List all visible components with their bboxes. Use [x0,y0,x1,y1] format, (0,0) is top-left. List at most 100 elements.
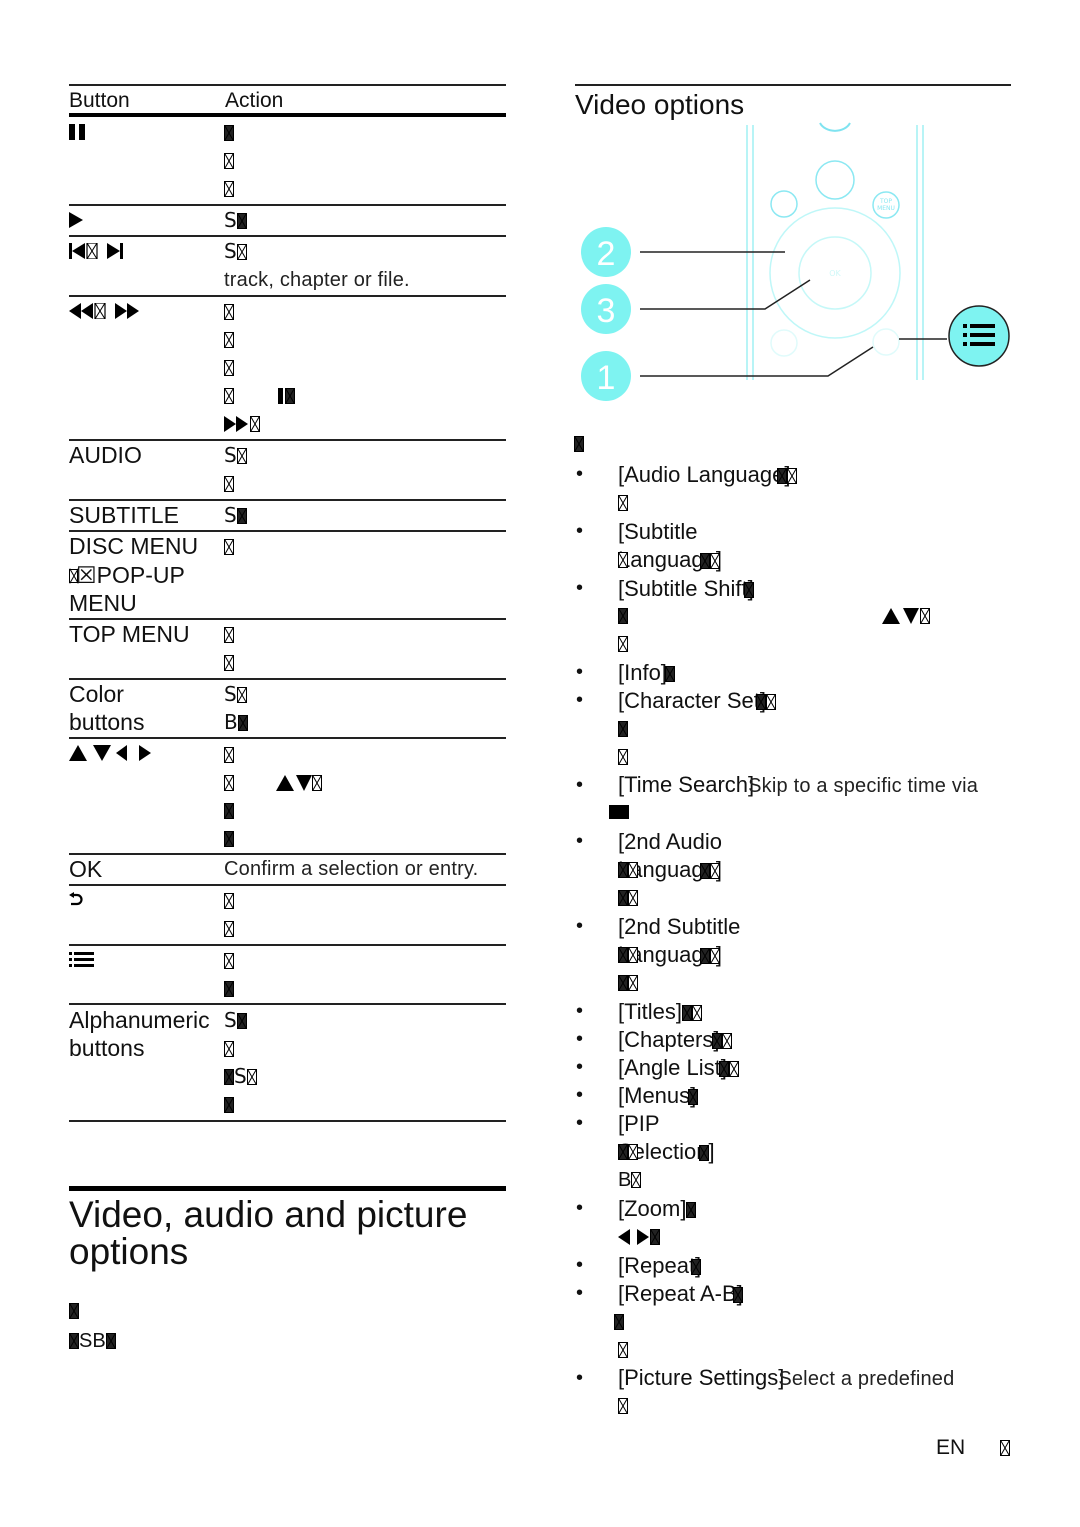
section-paragraph-line1 [69,1303,79,1322]
bullet: • [576,774,584,796]
option-description [618,630,628,658]
option-zoom: [Zoom] [618,1195,697,1223]
section-title-line2: options [69,1231,189,1272]
options-menu-icon [948,305,1010,367]
option-description [618,1392,628,1420]
option-2nd-subtitle-language: [2nd Subtitle Language] [618,914,741,967]
top-menu-label: MENU [877,205,895,212]
option-description [618,969,638,997]
svg-text:1: 1 [597,359,616,397]
video-options-title: Video options [575,89,745,120]
option-description: B [618,1166,642,1194]
option-description [618,546,628,574]
callout-2: 2 [581,227,631,277]
row-divider [69,1003,506,1005]
top-menu-label: TOP [879,198,892,205]
action-text [224,740,234,768]
action-text [224,768,322,796]
action-text: Confirm a selection or entry. [224,858,479,880]
option-subtitle-shift: [Subtitle Shift] [618,576,754,601]
bullet: • [576,520,584,542]
section-paragraph-line2: SB [69,1330,116,1353]
button-label-menu: MENU [69,590,137,616]
action-text [224,146,234,174]
rewind-fastforward-icon [69,302,145,324]
option-description [618,743,628,771]
action-text [224,325,234,353]
action-text [224,469,234,497]
row-divider [69,235,506,237]
option-pip-selection: [PIP Selection] [618,1111,715,1164]
action-text: S [224,501,247,529]
bullet: • [576,1056,584,1078]
bullet: • [576,577,584,599]
action-text: S [224,1062,257,1090]
footer-language: EN [936,1436,966,1459]
action-text [224,1034,234,1062]
option-description [614,1308,624,1336]
action-text [224,648,234,676]
button-label-color: Color [69,681,124,707]
back-icon [69,892,83,913]
footer-page-number [1000,1440,1010,1459]
button-label-popup: ☒POP-UP [69,561,185,590]
action-text [224,620,234,648]
action-text [224,974,234,1002]
action-text: S [224,237,247,265]
row-divider [69,884,506,886]
option-description [618,1138,638,1166]
play-icon [69,212,83,233]
action-text [224,532,234,560]
button-label-buttons: buttons [69,1035,145,1061]
action-text: track, chapter or file. [224,269,410,291]
action-text [224,824,234,852]
row-divider [69,204,506,206]
row-divider [69,944,506,946]
action-text [224,409,260,437]
option-description [618,856,638,884]
button-label-ok: OK [69,856,103,882]
button-label-subtitle: SUBTITLE [69,502,179,528]
option-character-set: [Character Set] [618,687,776,715]
svg-text:3: 3 [597,292,616,330]
action-text [224,1090,234,1118]
option-description: Select a predefined [778,1368,955,1390]
options-menu-icon [69,952,95,973]
option-time-search: [Time Search]Skip to a specific time via [618,772,979,797]
button-label-popup-text: ☒POP-UP [76,562,185,588]
action-text: S [224,206,247,234]
action-text [224,297,234,325]
table-header-button: Button [69,89,130,112]
option-description [618,489,628,517]
navigation-arrows-icon [69,745,153,766]
bullet: • [576,1028,584,1050]
remote-illustration: TOP MENU OK 2 3 1 [575,120,1020,415]
bullet: • [576,915,584,937]
option-repeat-a-b: [Repeat A-B] [618,1281,743,1306]
bullet: • [576,1282,584,1304]
row-divider [69,737,506,739]
option-description [618,715,628,743]
table-header-action: Action [225,89,284,112]
callout-1: 1 [581,351,631,401]
option-menus: [Menus] [618,1083,699,1108]
pause-icon [69,124,87,145]
option-subtitle-language: [Subtitle Language] [618,519,722,572]
bullet: • [576,463,584,485]
action-text [224,796,234,824]
bullet: • [576,1367,584,1389]
option-description [618,602,930,630]
option-titles: [Titles] [618,998,702,1026]
row-divider [69,295,506,297]
table-top-rule [69,84,506,86]
option-chapters: [Chapters] [618,1026,732,1054]
option-description [618,1336,628,1364]
section-title: Video, audio and picture options [69,1196,467,1270]
bullet: • [576,1084,584,1106]
bullet: • [576,1000,584,1022]
button-label-audio: AUDIO [69,442,142,468]
option-picture-settings: [Picture Settings]Select a predefined [618,1365,955,1390]
action-text [224,914,234,942]
action-text [224,886,234,914]
bullet: • [576,830,584,852]
